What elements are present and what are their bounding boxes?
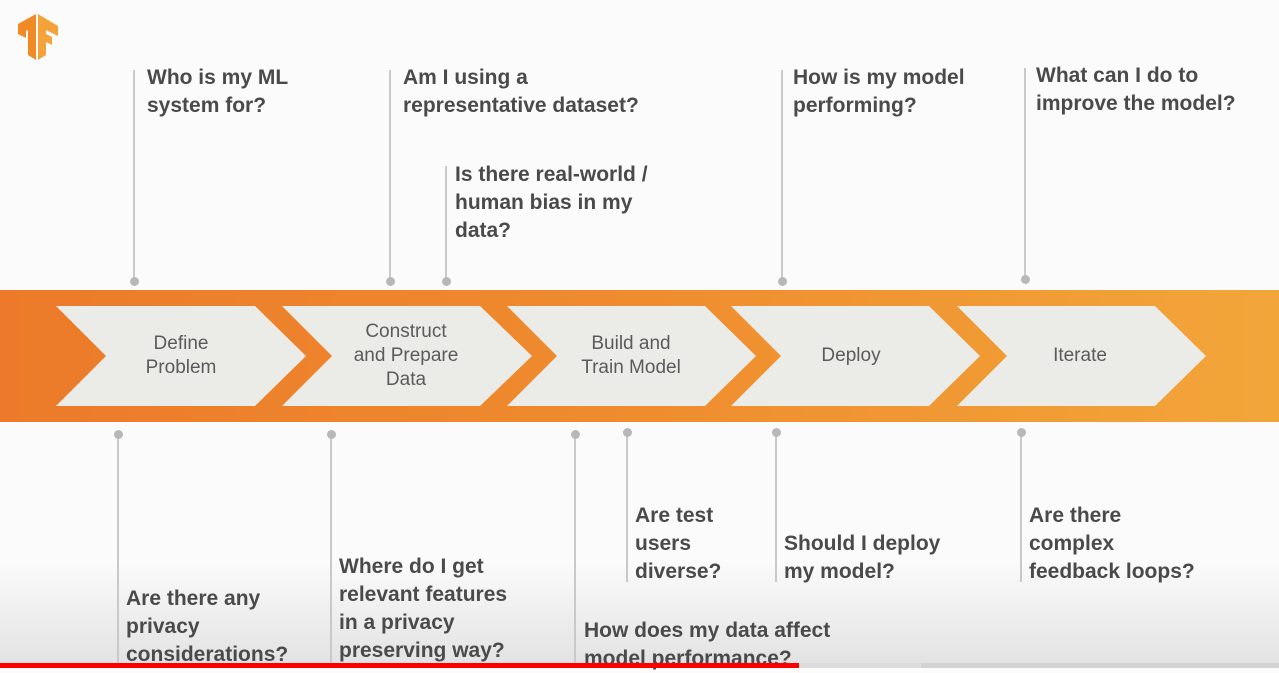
question-line: Where do I get [339,555,484,578]
question-line: complex [1029,532,1115,555]
connector-dot [441,276,451,286]
video-played-bar [0,663,800,668]
connector-line [626,432,628,582]
connector-line [1024,68,1026,279]
question-line: Are test [635,504,714,527]
question-line: Should I deploy [784,532,941,555]
question-text: How is my model performing? [793,64,965,120]
question-text: Should I deploy my model? [784,530,940,586]
question-line: How is my model [793,66,965,89]
step-label-line: Train Model [581,357,681,378]
tensorflow-logo-icon [18,14,58,60]
connector-line [574,434,576,668]
step-label-line: Build and [591,333,671,354]
step-label: Define Problem [146,332,217,380]
connector-dot [622,427,632,437]
question-line: privacy [126,615,200,638]
connector-dot [385,276,395,286]
question-line: relevant features [339,583,508,606]
step-label-line: Construct [365,321,447,342]
connector-line [133,70,135,281]
connector-dot [129,276,139,286]
connector-line [775,432,777,582]
connector-line [117,434,119,668]
connector-dot [113,429,123,439]
step-label-line: Deploy [821,345,881,366]
step-label: Deploy [821,344,880,368]
connector-dot [1016,427,1026,437]
question-line: Are there [1029,504,1122,527]
step-label-line: Problem [145,357,217,378]
question-text: What can I do to improve the model? [1036,62,1236,118]
question-line: users [635,532,692,555]
question-line: Who is my ML [147,66,289,89]
question-text: Is there real-world / human bias in my dat… [455,161,648,245]
question-text: Am I using a representative dataset? [403,64,639,120]
question-line: How does my data affect [584,619,831,642]
question-line: preserving way? [339,639,505,662]
step-label: Build and Train Model [581,332,681,380]
question-line: improve the model? [1036,92,1236,115]
step-label-line: and Prepare [353,345,459,366]
connector-dot [771,427,781,437]
connector-dot [326,429,336,439]
question-line: feedback loops? [1029,560,1195,583]
question-line: Are there any [126,587,261,610]
question-line: my model? [784,560,895,583]
connector-line [1020,432,1022,582]
connector-line [445,166,447,281]
question-line: diverse? [635,560,722,583]
question-line: model performance? [584,647,792,670]
question-text: Who is my ML system for? [147,64,288,120]
question-text: Where do I get relevant features in a priv… [339,553,507,665]
question-text: Are test users diverse? [635,502,721,586]
step-label-line: Define [153,333,209,354]
question-line: Is there real-world / [455,163,648,186]
step-label-line: Data [385,369,427,390]
connector-line [330,434,332,668]
connector-dot [777,276,787,286]
step-label: Iterate [1053,344,1107,368]
connector-line [781,70,783,281]
question-line: performing? [793,94,917,117]
question-line: representative dataset? [403,94,639,117]
step-label: Construct and Prepare Data [354,320,459,392]
question-line: data? [455,219,512,242]
question-line: What can I do to [1036,64,1199,87]
connector-line [389,70,391,281]
question-text: Are there complex feedback loops? [1029,502,1195,586]
connector-dot [1020,274,1030,284]
question-line: in a privacy [339,611,455,634]
question-line: human bias in my [455,191,633,214]
question-line: Am I using a [403,66,528,89]
connector-dot [570,429,580,439]
question-line: system for? [147,94,267,117]
question-text: Are there any privacy considerations? [126,585,288,669]
step-label-line: Iterate [1053,345,1107,366]
video-progress-bar[interactable] [0,663,1279,668]
